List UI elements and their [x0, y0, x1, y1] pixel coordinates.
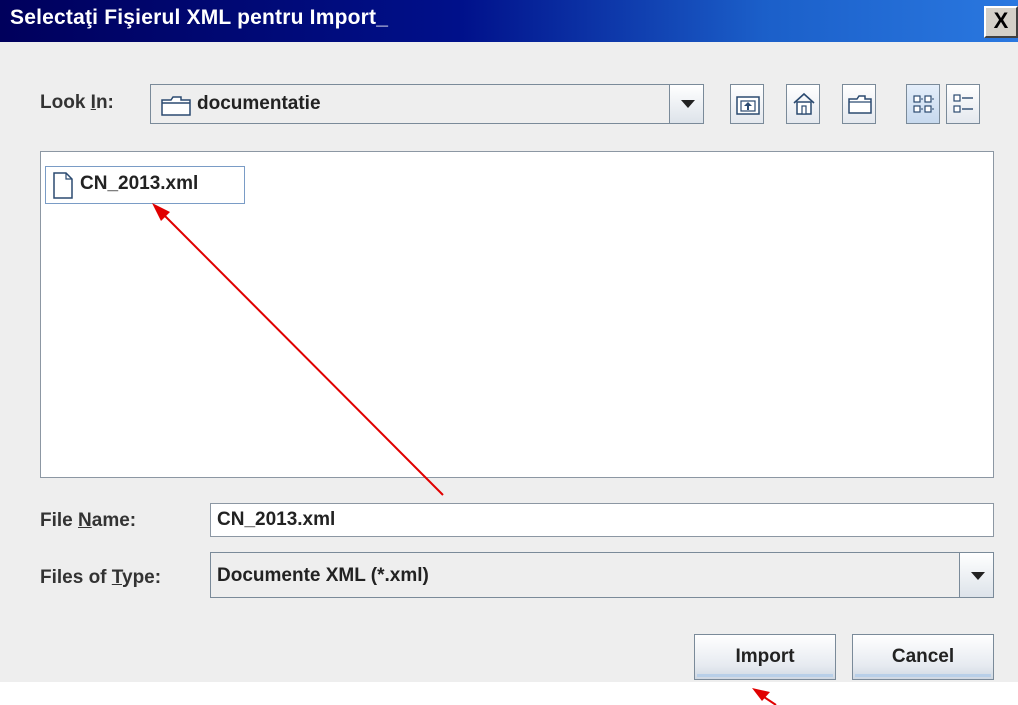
annotation-arrow-line-file	[161, 212, 444, 496]
annotation-overlay	[152, 203, 777, 705]
annotation-arrow-line-import	[763, 696, 777, 705]
